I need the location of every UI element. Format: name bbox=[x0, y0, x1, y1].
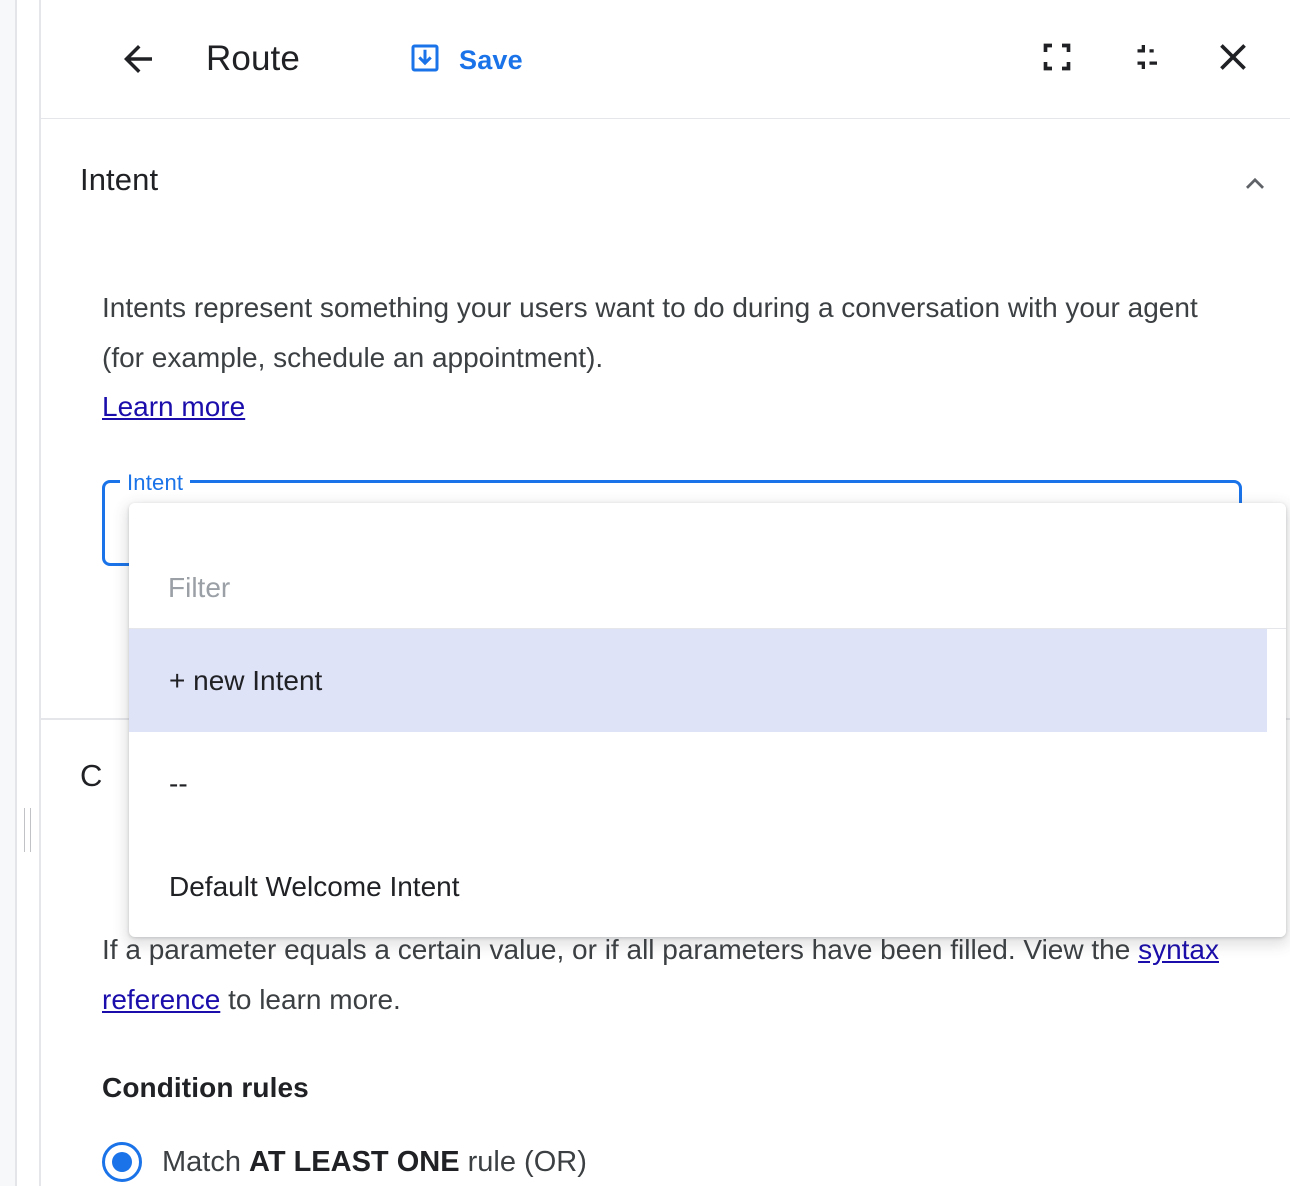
drag-handle-line bbox=[24, 808, 25, 852]
save-button[interactable]: Save bbox=[399, 30, 531, 90]
radio-label-strong: AT LEAST ONE bbox=[249, 1146, 460, 1178]
intent-dropdown-option-list: + new Intent -- Default Welcome Intent bbox=[129, 629, 1286, 937]
condition-rules-title: Condition rules bbox=[102, 1072, 309, 1104]
condition-section-title: C bbox=[80, 758, 103, 794]
condition-description-line-2-pre: filled. View the bbox=[950, 934, 1138, 965]
header-action-icons bbox=[1024, 26, 1266, 92]
intent-dropdown-option-default-welcome-intent[interactable]: Default Welcome Intent bbox=[129, 835, 1267, 937]
intent-section-title: Intent bbox=[80, 162, 158, 198]
intent-dropdown-filter-row bbox=[129, 503, 1286, 629]
intent-section-collapse-button[interactable] bbox=[1228, 158, 1282, 212]
intent-section-header[interactable]: Intent bbox=[41, 140, 1290, 232]
close-icon bbox=[1211, 35, 1255, 84]
chevron-up-icon bbox=[1237, 165, 1273, 206]
condition-rules-match-any-label: Match AT LEAST ONE rule (OR) bbox=[162, 1142, 587, 1182]
condition-description-line-1: If a parameter equals a certain value, o… bbox=[102, 934, 942, 965]
intent-select-field-label: Intent bbox=[120, 470, 190, 496]
fullscreen-icon bbox=[1037, 37, 1077, 82]
intent-section-description: Intents represent something your users w… bbox=[102, 283, 1242, 383]
panel-drag-handle[interactable] bbox=[22, 808, 34, 852]
drag-handle-line bbox=[30, 808, 31, 852]
panel-resize-rail bbox=[17, 0, 39, 1186]
intent-dropdown-scrollbar[interactable] bbox=[1267, 629, 1286, 937]
intent-dropdown-panel: + new Intent -- Default Welcome Intent bbox=[129, 503, 1286, 937]
route-detail-panel: Route Save bbox=[41, 0, 1290, 1186]
intent-dropdown-filter-input[interactable] bbox=[168, 572, 1228, 604]
radio-label-post: rule (OR) bbox=[460, 1146, 587, 1178]
save-download-icon bbox=[407, 40, 443, 81]
close-button[interactable] bbox=[1200, 26, 1266, 92]
page-title: Route bbox=[206, 33, 300, 85]
route-intent-panel-screen: Route Save bbox=[0, 0, 1290, 1186]
back-button[interactable] bbox=[107, 30, 169, 92]
radio-selected-icon[interactable] bbox=[102, 1142, 142, 1182]
condition-description-line-2-post: to learn more. bbox=[220, 984, 401, 1015]
intent-learn-more-link[interactable]: Learn more bbox=[102, 385, 245, 429]
exit-fullscreen-button[interactable] bbox=[1112, 26, 1178, 92]
fullscreen-button[interactable] bbox=[1024, 26, 1090, 92]
intent-dropdown-option-none[interactable]: -- bbox=[129, 732, 1267, 835]
panel-header: Route Save bbox=[41, 0, 1290, 119]
fullscreen-exit-icon bbox=[1127, 39, 1163, 80]
page-background-strip bbox=[0, 0, 15, 1186]
save-button-label: Save bbox=[459, 45, 523, 76]
arrow-back-icon bbox=[117, 38, 159, 85]
radio-label-pre: Match bbox=[162, 1146, 249, 1178]
condition-rules-match-any-radio-row[interactable]: Match AT LEAST ONE rule (OR) bbox=[102, 1142, 587, 1182]
intent-dropdown-option-new-intent[interactable]: + new Intent bbox=[129, 629, 1267, 732]
condition-section-description: If a parameter equals a certain value, o… bbox=[102, 925, 1242, 1025]
